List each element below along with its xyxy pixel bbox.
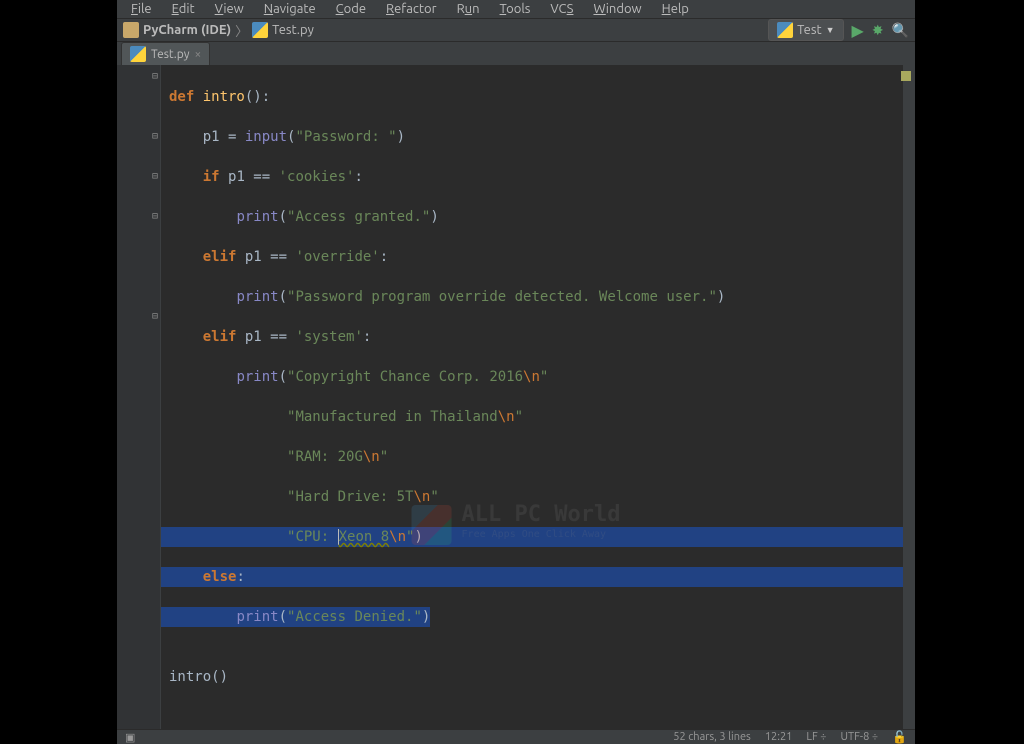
chevron-down-icon: ▼ xyxy=(826,25,835,35)
menu-vcs[interactable]: VCS xyxy=(542,0,581,18)
menu-window[interactable]: Window xyxy=(585,0,649,18)
fold-marker[interactable]: ⊟ xyxy=(152,67,158,87)
search-icon[interactable]: 🔍 xyxy=(892,22,909,39)
breadcrumb-project[interactable]: PyCharm (IDE) xyxy=(143,23,231,37)
menu-navigate[interactable]: Navigate xyxy=(256,0,324,18)
fold-marker[interactable]: ⊟ xyxy=(152,207,158,227)
menu-bar: File Edit View Navigate Code Refactor Ru… xyxy=(117,0,915,19)
menu-help[interactable]: Help xyxy=(654,0,697,18)
code-area[interactable]: def intro(): p1 = input("Password: ") if… xyxy=(161,65,915,729)
status-bar: ▣ 52 chars, 3 lines 12:21 LF ÷ UTF-8 ÷ 🔓 xyxy=(117,729,915,744)
close-icon[interactable]: × xyxy=(195,48,202,61)
lock-icon[interactable]: 🔓 xyxy=(892,730,907,744)
ide-window: File Edit View Navigate Code Refactor Ru… xyxy=(117,0,915,576)
status-caret-pos[interactable]: 12:21 xyxy=(765,731,793,743)
python-file-icon xyxy=(252,22,268,38)
vertical-scrollbar[interactable] xyxy=(903,65,915,729)
fold-marker[interactable]: ⊟ xyxy=(152,127,158,147)
run-config-selector[interactable]: Test ▼ xyxy=(768,19,843,41)
tab-test-py[interactable]: Test.py × xyxy=(121,42,210,65)
editor-tabs: Test.py × xyxy=(117,42,915,65)
nav-bar: PyCharm (IDE) 〉 Test.py Test ▼ ▶ ✸ 🔍 xyxy=(117,19,915,42)
status-selection: 52 chars, 3 lines xyxy=(673,731,751,743)
tool-window-icon[interactable]: ▣ xyxy=(125,731,135,744)
status-encoding[interactable]: UTF-8 ÷ xyxy=(840,731,878,743)
folder-icon xyxy=(123,22,139,38)
gutter[interactable]: ⊟ ⊟ ⊟ ⊟ ⊟ xyxy=(117,65,161,729)
fold-marker[interactable]: ⊟ xyxy=(152,307,158,327)
debug-button[interactable]: ✸ xyxy=(872,22,884,39)
python-file-icon xyxy=(130,46,146,62)
menu-code[interactable]: Code xyxy=(328,0,374,18)
run-config-name: Test xyxy=(797,23,822,37)
fold-marker[interactable]: ⊟ xyxy=(152,167,158,187)
menu-edit[interactable]: Edit xyxy=(164,0,203,18)
breadcrumb-file[interactable]: Test.py xyxy=(272,23,314,37)
tab-label: Test.py xyxy=(151,48,190,61)
run-button[interactable]: ▶ xyxy=(852,21,864,40)
python-file-icon xyxy=(777,22,793,38)
run-toolbar: Test ▼ ▶ ✸ 🔍 xyxy=(768,19,909,41)
menu-file[interactable]: File xyxy=(123,0,160,18)
scroll-marker xyxy=(901,71,911,81)
code-editor[interactable]: ⊟ ⊟ ⊟ ⊟ ⊟ def intro(): p1 = input("Passw… xyxy=(117,65,915,729)
breadcrumb: PyCharm (IDE) 〉 Test.py xyxy=(123,21,768,40)
menu-view[interactable]: View xyxy=(207,0,252,18)
status-line-sep[interactable]: LF ÷ xyxy=(806,731,826,743)
menu-tools[interactable]: Tools xyxy=(492,0,539,18)
menu-run[interactable]: Run xyxy=(449,0,488,18)
menu-refactor[interactable]: Refactor xyxy=(378,0,445,18)
breadcrumb-separator: 〉 xyxy=(235,21,248,40)
